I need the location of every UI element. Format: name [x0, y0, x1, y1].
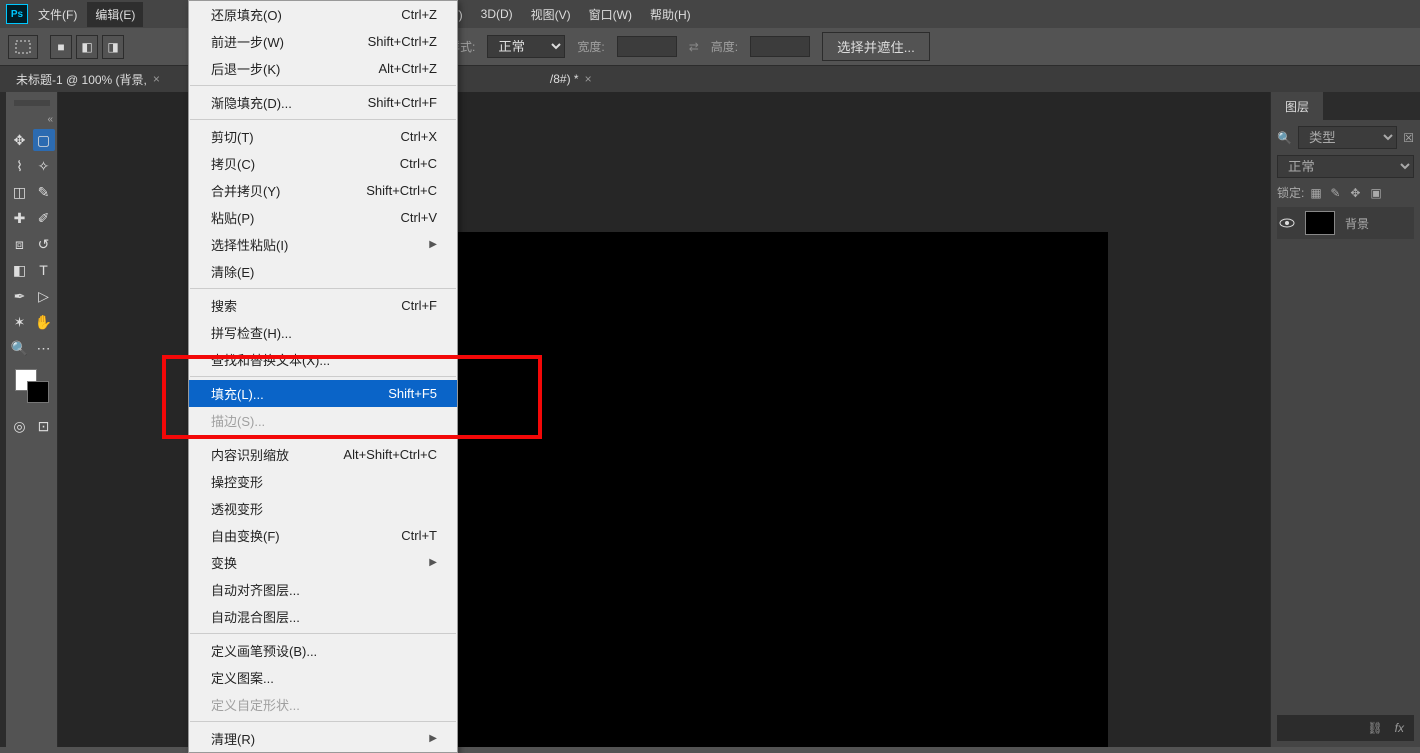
menu-puppet-warp[interactable]: 操控变形: [189, 468, 457, 495]
menu-3d[interactable]: 3D(D): [473, 3, 521, 25]
link-icon[interactable]: ⛓: [1367, 721, 1382, 735]
doc-tab-label: /8#) *: [550, 72, 579, 86]
menu-define-pattern[interactable]: 定义图案...: [189, 664, 457, 691]
menu-edit[interactable]: 编辑(E): [87, 2, 143, 27]
fx-icon[interactable]: fx: [1395, 721, 1404, 735]
panel-footer: ⛓ fx: [1277, 715, 1414, 741]
marquee-tool[interactable]: ▢: [33, 129, 55, 151]
marquee-icon: [15, 40, 31, 54]
layer-name: 背景: [1345, 215, 1369, 232]
zoom-tool[interactable]: 🔍: [9, 337, 31, 359]
menu-paste[interactable]: 粘贴(P)Ctrl+V: [189, 204, 457, 231]
eyedropper-tool[interactable]: ✎: [33, 181, 55, 203]
edit-menu-dropdown: 还原填充(O)Ctrl+Z 前进一步(W)Shift+Ctrl+Z 后退一步(K…: [188, 0, 458, 753]
menu-file[interactable]: 文件(F): [30, 2, 85, 27]
eraser-tool[interactable]: ◧: [9, 259, 31, 281]
history-brush-tool[interactable]: ↺: [33, 233, 55, 255]
menu-cut[interactable]: 剪切(T)Ctrl+X: [189, 123, 457, 150]
width-label: 宽度:: [577, 38, 604, 55]
crop-tool[interactable]: ◫: [9, 181, 31, 203]
more-tool[interactable]: ⋯: [33, 337, 55, 359]
menu-auto-align[interactable]: 自动对齐图层...: [189, 576, 457, 603]
menu-window[interactable]: 窗口(W): [581, 2, 640, 27]
selection-new[interactable]: ■: [50, 35, 72, 59]
panel-tab-bar: 图层: [1271, 92, 1420, 120]
swap-icon[interactable]: ⇄: [689, 40, 699, 54]
close-icon[interactable]: ×: [585, 72, 592, 86]
app-logo: Ps: [6, 4, 28, 24]
selection-add[interactable]: ◧: [76, 35, 98, 59]
menu-transform[interactable]: 变换: [189, 549, 457, 576]
layer-thumb: [1305, 211, 1335, 235]
layer-filter-select[interactable]: 类型: [1298, 126, 1397, 149]
menu-perspective-warp[interactable]: 透视变形: [189, 495, 457, 522]
collapse-icon[interactable]: «: [47, 114, 57, 125]
lock-pixels-icon[interactable]: ▦: [1310, 186, 1324, 200]
width-input[interactable]: [617, 36, 677, 57]
brush-tool[interactable]: ✐: [33, 207, 55, 229]
search-icon: 🔍: [1277, 131, 1292, 145]
wand-tool[interactable]: ✧: [33, 155, 55, 177]
hand-tool[interactable]: ✋: [33, 311, 55, 333]
move-tool[interactable]: ✥: [9, 129, 31, 151]
menu-purge[interactable]: 清理(R): [189, 725, 457, 752]
menu-undo[interactable]: 还原填充(O)Ctrl+Z: [189, 1, 457, 28]
lock-label: 锁定:: [1277, 184, 1304, 201]
menu-define-shape[interactable]: 定义自定形状...: [189, 691, 457, 718]
menu-step-forward[interactable]: 前进一步(W)Shift+Ctrl+Z: [189, 28, 457, 55]
doc-tab-0[interactable]: 未标题-1 @ 100% (背景, ×: [6, 67, 170, 92]
menu-fade[interactable]: 渐隐填充(D)...Shift+Ctrl+F: [189, 89, 457, 116]
height-input[interactable]: [750, 36, 810, 57]
menu-view[interactable]: 视图(V): [523, 2, 579, 27]
menu-fill[interactable]: 填充(L)...Shift+F5: [189, 380, 457, 407]
color-swatches[interactable]: [15, 369, 49, 403]
path-select-tool[interactable]: ▷: [33, 285, 55, 307]
layers-panel: 图层 🔍 类型 ☒ 正常 锁定: ▦ ✎ ✥ ▣ 背景: [1270, 92, 1420, 747]
menu-help[interactable]: 帮助(H): [642, 2, 699, 27]
panel-grip[interactable]: [14, 100, 50, 106]
stamp-tool[interactable]: ⧈: [9, 233, 31, 255]
menu-search[interactable]: 搜索Ctrl+F: [189, 292, 457, 319]
menu-define-brush[interactable]: 定义画笔预设(B)...: [189, 637, 457, 664]
heal-tool[interactable]: ✚: [9, 207, 31, 229]
current-tool-icon[interactable]: [8, 35, 38, 59]
lock-all-icon[interactable]: ▣: [1370, 186, 1384, 200]
layer-row[interactable]: 背景: [1277, 207, 1414, 239]
lock-position-icon[interactable]: ✎: [1330, 186, 1344, 200]
pic-icon[interactable]: ☒: [1403, 131, 1414, 145]
doc-tab-label: 未标题-1 @ 100% (背景,: [16, 71, 147, 88]
type-tool[interactable]: T: [33, 259, 55, 281]
menu-free-transform[interactable]: 自由变换(F)Ctrl+T: [189, 522, 457, 549]
menu-copy-merged[interactable]: 合并拷贝(Y)Shift+Ctrl+C: [189, 177, 457, 204]
shape-tool[interactable]: ✶: [9, 311, 31, 333]
lock-move-icon[interactable]: ✥: [1350, 186, 1364, 200]
quickmask-tool[interactable]: ◎: [9, 415, 31, 437]
selection-subtract[interactable]: ◨: [102, 35, 124, 59]
doc-tab-1[interactable]: /8#) * ×: [540, 68, 602, 90]
style-select[interactable]: 正常: [487, 35, 565, 58]
menu-copy[interactable]: 拷贝(C)Ctrl+C: [189, 150, 457, 177]
height-label: 高度:: [711, 38, 738, 55]
tab-layers[interactable]: 图层: [1271, 92, 1323, 121]
blend-mode-select[interactable]: 正常: [1277, 155, 1414, 178]
menu-stroke[interactable]: 描边(S)...: [189, 407, 457, 434]
menu-paste-special[interactable]: 选择性粘贴(I): [189, 231, 457, 258]
tools-panel: « ✥▢ ⌇✧ ◫✎ ✚✐ ⧈↺ ◧T ✒▷ ✶✋ 🔍⋯ ◎⊡: [6, 92, 58, 747]
menu-auto-blend[interactable]: 自动混合图层...: [189, 603, 457, 630]
background-swatch[interactable]: [27, 381, 49, 403]
select-and-mask-button[interactable]: 选择并遮住...: [822, 32, 930, 61]
menu-find-replace[interactable]: 查找和替换文本(X)...: [189, 346, 457, 373]
close-icon[interactable]: ×: [153, 72, 160, 86]
pen-tool[interactable]: ✒: [9, 285, 31, 307]
menu-step-back[interactable]: 后退一步(K)Alt+Ctrl+Z: [189, 55, 457, 82]
screenmode-tool[interactable]: ⊡: [33, 415, 55, 437]
menu-clear[interactable]: 清除(E): [189, 258, 457, 285]
menu-spellcheck[interactable]: 拼写检查(H)...: [189, 319, 457, 346]
visibility-icon[interactable]: [1279, 215, 1295, 231]
menu-content-aware-scale[interactable]: 内容识别缩放Alt+Shift+Ctrl+C: [189, 441, 457, 468]
lasso-tool[interactable]: ⌇: [9, 155, 31, 177]
